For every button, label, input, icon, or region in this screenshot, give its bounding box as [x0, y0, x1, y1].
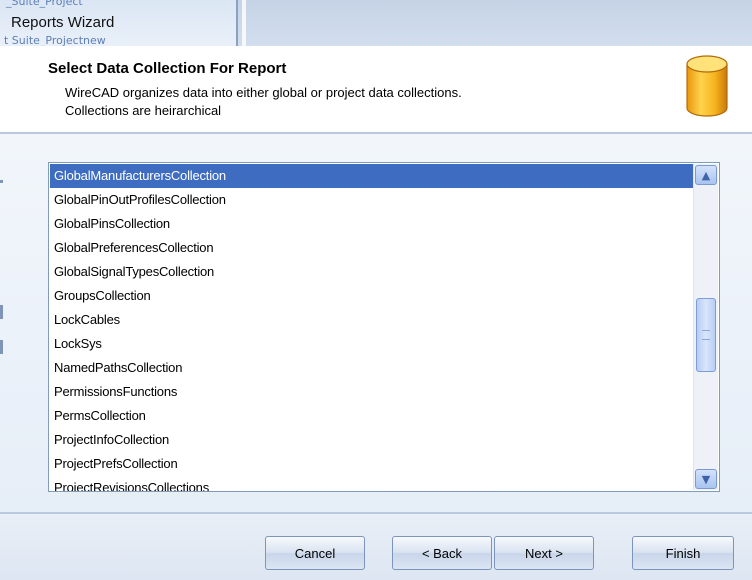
- vertical-scrollbar[interactable]: ▲ ▼: [693, 164, 718, 490]
- collection-list: GlobalManufacturersCollection GlobalPinOu…: [50, 164, 694, 491]
- list-item[interactable]: GlobalManufacturersCollection: [50, 164, 694, 188]
- chevron-down-icon: ▼: [701, 472, 711, 486]
- list-item[interactable]: ProjectRevisionsCollections: [50, 476, 694, 491]
- list-item[interactable]: LockCables: [50, 308, 694, 332]
- window-title: Reports Wizard: [11, 14, 115, 31]
- wizard-header: Select Data Collection For Report WireCA…: [0, 46, 752, 132]
- left-edge-mark: [0, 180, 3, 183]
- list-item[interactable]: ProjectPrefsCollection: [50, 452, 694, 476]
- left-edge-mark: [0, 305, 3, 319]
- next-button[interactable]: Next >: [494, 536, 594, 570]
- description-line-2: Collections are heirarchical: [65, 103, 222, 118]
- left-edge-mark: [0, 340, 3, 354]
- list-item[interactable]: GroupsCollection: [50, 284, 694, 308]
- back-button[interactable]: < Back: [392, 536, 492, 570]
- collection-listbox[interactable]: GlobalManufacturersCollection GlobalPinOu…: [48, 162, 720, 492]
- page-title: Select Data Collection For Report: [48, 60, 287, 77]
- database-icon: [686, 55, 728, 117]
- scroll-thumb[interactable]: [696, 298, 716, 372]
- list-item[interactable]: LockSys: [50, 332, 694, 356]
- list-item[interactable]: GlobalPinOutProfilesCollection: [50, 188, 694, 212]
- list-item[interactable]: NamedPathsCollection: [50, 356, 694, 380]
- title-bar: _Suite_Project Reports Wizard t Suite_Pr…: [0, 0, 752, 47]
- cancel-button[interactable]: Cancel: [265, 536, 365, 570]
- finish-button[interactable]: Finish: [632, 536, 734, 570]
- list-item[interactable]: ProjectInfoCollection: [50, 428, 694, 452]
- description-line-1: WireCAD organizes data into either globa…: [65, 85, 462, 100]
- list-item[interactable]: GlobalPinsCollection: [50, 212, 694, 236]
- list-item[interactable]: GlobalPreferencesCollection: [50, 236, 694, 260]
- scroll-up-button[interactable]: ▲: [695, 165, 717, 185]
- background-window: [236, 0, 752, 46]
- scroll-down-button[interactable]: ▼: [695, 469, 717, 489]
- list-item[interactable]: PermsCollection: [50, 404, 694, 428]
- list-item[interactable]: PermissionsFunctions: [50, 380, 694, 404]
- list-item[interactable]: GlobalSignalTypesCollection: [50, 260, 694, 284]
- page-description: WireCAD organizes data into either globa…: [65, 84, 462, 120]
- background-text-top: _Suite_Project: [6, 0, 83, 8]
- grip-icon: [702, 330, 710, 340]
- chevron-up-icon: ▲: [701, 168, 711, 182]
